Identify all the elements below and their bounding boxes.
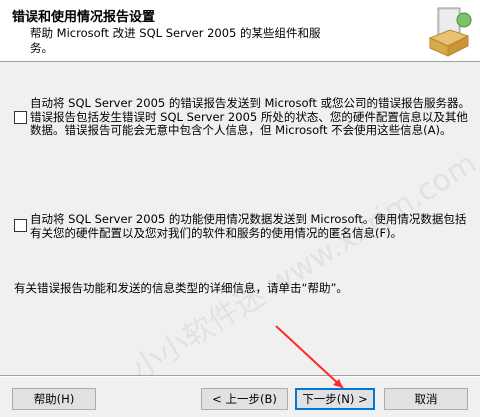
button-bar-separator (0, 375, 480, 377)
error-report-checkbox[interactable] (14, 111, 27, 124)
help-button[interactable]: 帮助(H) (12, 388, 96, 410)
wizard-body: 自动将 SQL Server 2005 的错误报告发送到 Microsoft 或… (0, 63, 480, 375)
page-title: 错误和使用情况报告设置 (12, 10, 156, 25)
next-button[interactable]: 下一步(N) > (295, 388, 375, 410)
setup-box-icon (428, 7, 472, 57)
error-report-label[interactable]: 自动将 SQL Server 2005 的错误报告发送到 Microsoft 或… (30, 96, 470, 138)
usage-data-label[interactable]: 自动将 SQL Server 2005 的功能使用情况数据发送到 Microso… (30, 212, 470, 240)
help-info-text: 有关错误报告功能和发送的信息类型的详细信息，请单击“帮助”。 (14, 281, 348, 295)
usage-data-checkbox[interactable] (14, 219, 27, 232)
page-subtitle: 帮助 Microsoft 改进 SQL Server 2005 的某些组件和服 … (30, 26, 321, 55)
back-button[interactable]: < 上一步(B) (201, 388, 288, 410)
cancel-button[interactable]: 取消 (384, 388, 468, 410)
wizard-header: 错误和使用情况报告设置 帮助 Microsoft 改进 SQL Server 2… (0, 0, 480, 62)
